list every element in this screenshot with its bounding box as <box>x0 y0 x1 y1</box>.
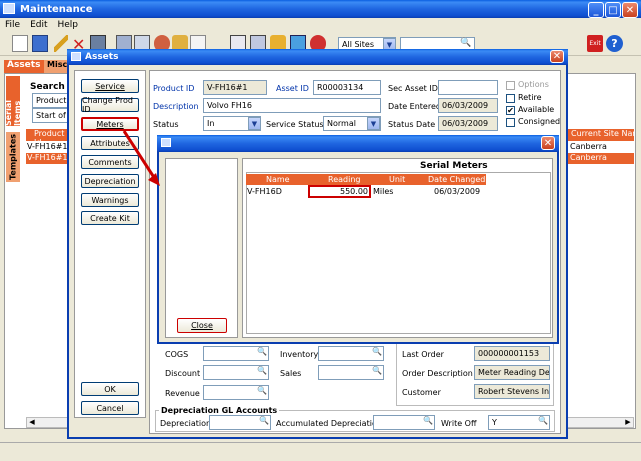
annotation-arrow <box>122 130 160 186</box>
